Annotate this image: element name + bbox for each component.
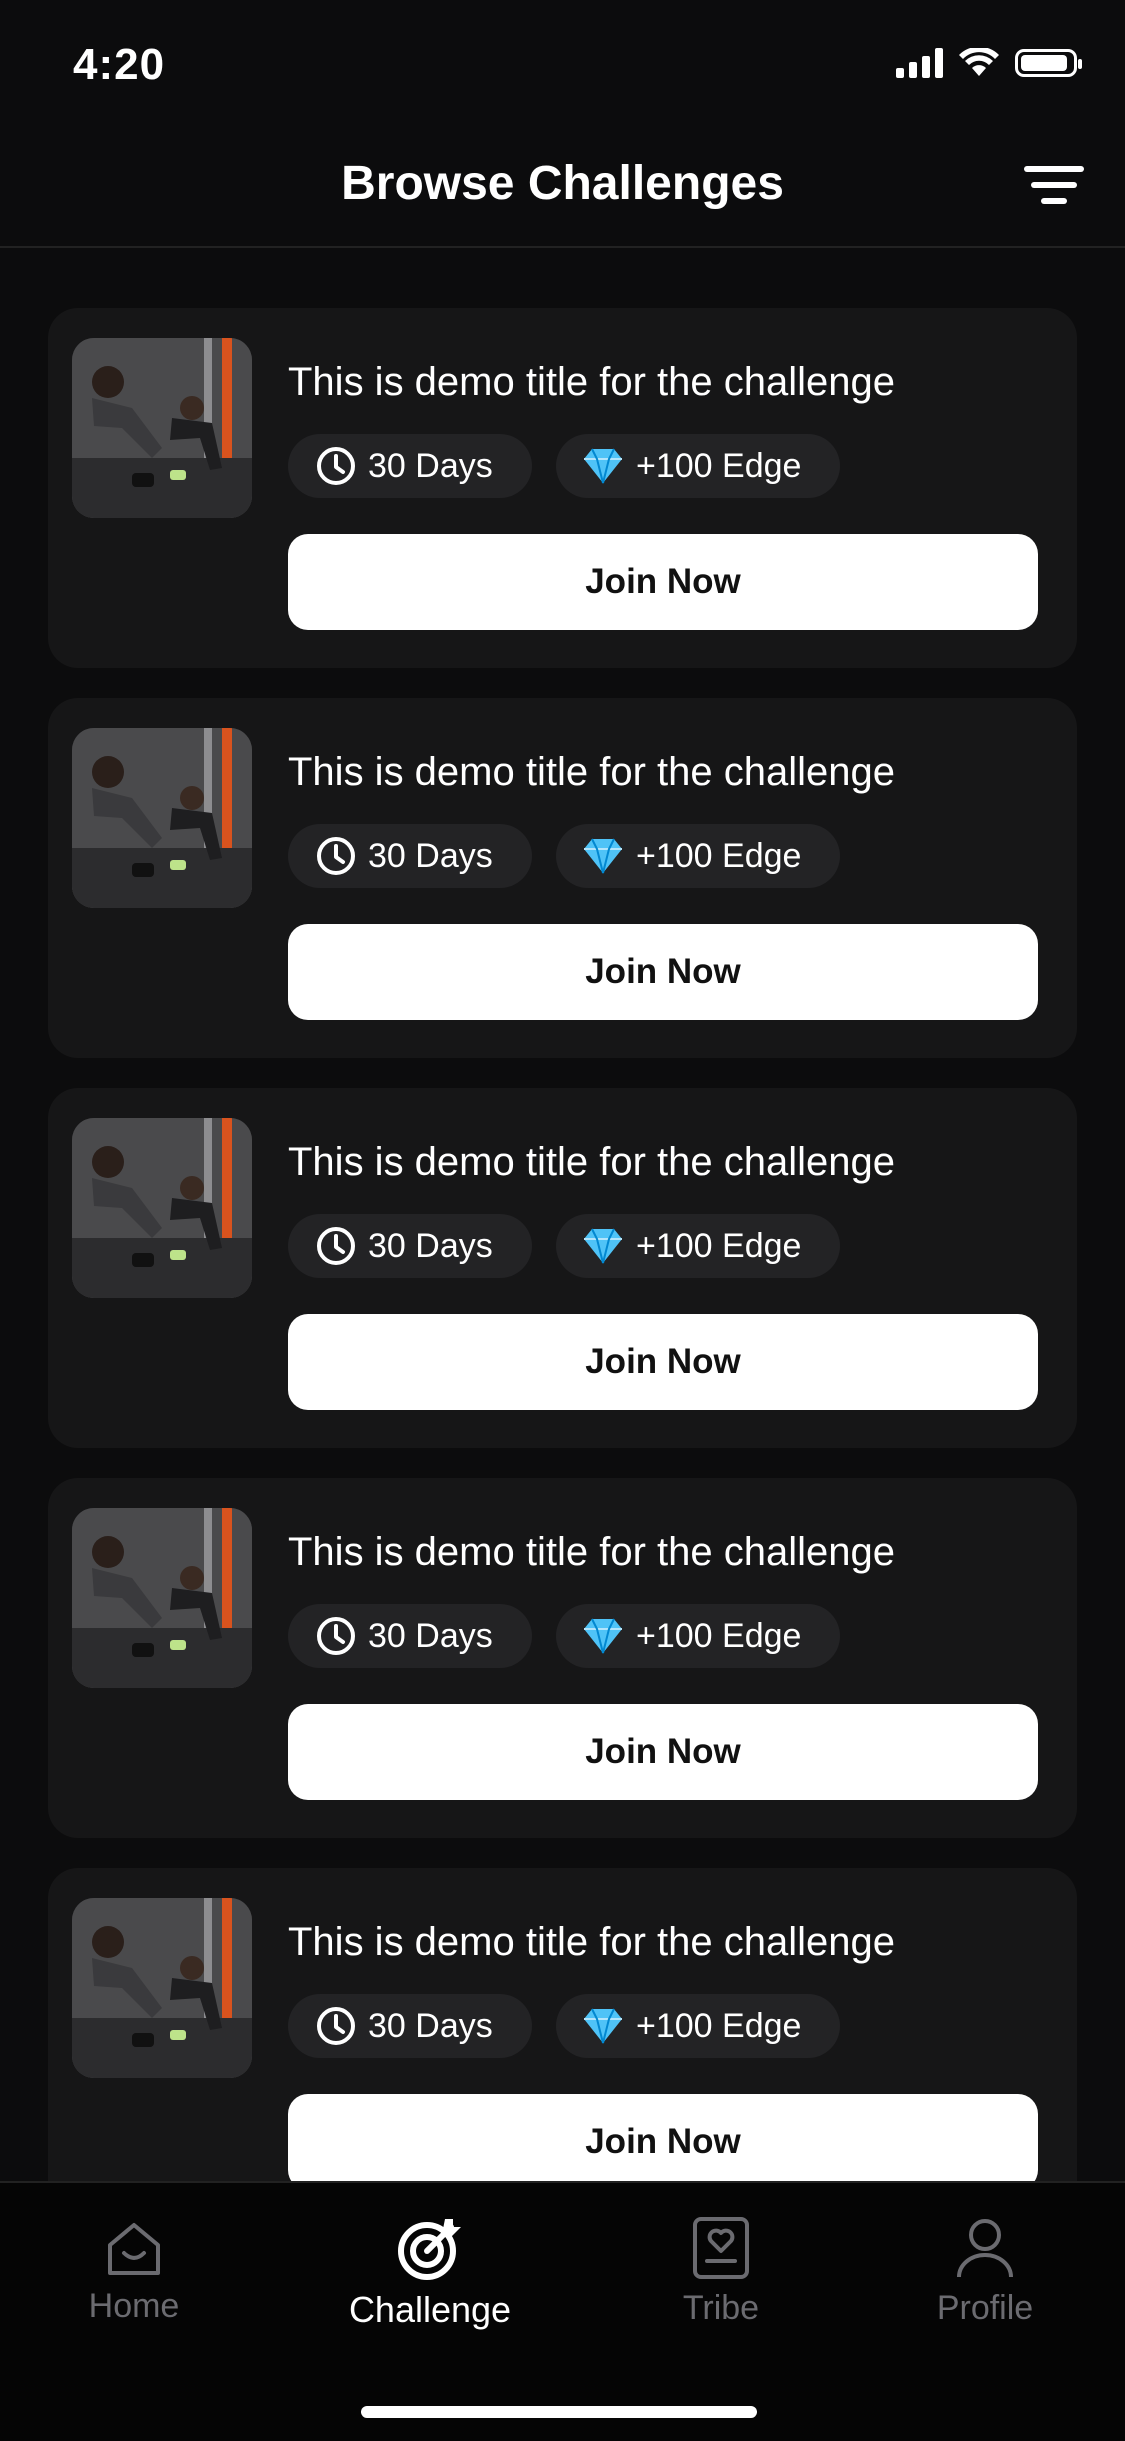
- tab-bar: Home Challenge Tribe Profile: [0, 2181, 1125, 2441]
- challenge-title: This is demo title for the challenge: [288, 360, 895, 404]
- challenge-card[interactable]: This is demo title for the challenge 30 …: [48, 1868, 1077, 2181]
- challenge-thumbnail: [72, 338, 252, 518]
- reward-text: +100 Edge: [636, 2006, 802, 2045]
- tab-home-label: Home: [88, 2287, 180, 2325]
- filter-button[interactable]: [1023, 160, 1085, 210]
- challenge-thumbnail: [72, 728, 252, 908]
- cellular-signal-icon: [896, 48, 943, 78]
- duration-text: 30 Days: [368, 446, 493, 485]
- status-bar: 4:20: [0, 0, 1125, 130]
- diamond-icon: [584, 838, 622, 874]
- tab-challenge-label: Challenge: [348, 2289, 512, 2330]
- duration-chip: 30 Days: [288, 824, 532, 888]
- challenge-card[interactable]: This is demo title for the challenge 30 …: [48, 698, 1077, 1058]
- tribe-icon: [693, 2217, 749, 2279]
- duration-text: 30 Days: [368, 2006, 493, 2045]
- reward-chip: +100 Edge: [556, 1214, 840, 1278]
- tab-profile[interactable]: Profile: [885, 2215, 1085, 2328]
- tab-tribe-label: Tribe: [682, 2289, 760, 2327]
- tab-profile-label: Profile: [936, 2289, 1034, 2327]
- duration-text: 30 Days: [368, 1226, 493, 1265]
- join-now-button[interactable]: Join Now: [288, 924, 1038, 1020]
- duration-chip: 30 Days: [288, 434, 532, 498]
- duration-chip: 30 Days: [288, 1994, 532, 2058]
- reward-text: +100 Edge: [636, 836, 802, 875]
- duration-text: 30 Days: [368, 1616, 493, 1655]
- challenge-thumbnail: [72, 1508, 252, 1688]
- challenge-title: This is demo title for the challenge: [288, 1920, 895, 1964]
- wifi-icon: [959, 48, 999, 76]
- challenge-thumbnail: [72, 1118, 252, 1298]
- profile-icon: [957, 2219, 1013, 2278]
- diamond-icon: [584, 1228, 622, 1264]
- challenge-card[interactable]: This is demo title for the challenge 30 …: [48, 308, 1077, 668]
- clock-icon: [317, 2007, 355, 2045]
- reward-chip: +100 Edge: [556, 1994, 840, 2058]
- challenge-card[interactable]: This is demo title for the challenge 30 …: [48, 1088, 1077, 1448]
- duration-chip: 30 Days: [288, 1604, 532, 1668]
- home-icon: [108, 2223, 160, 2275]
- clock-icon: [317, 447, 355, 485]
- clock-icon: [317, 1227, 355, 1265]
- duration-chip: 30 Days: [288, 1214, 532, 1278]
- tab-home[interactable]: Home: [34, 2215, 234, 2326]
- header: Browse Challenges: [0, 130, 1125, 248]
- tab-tribe[interactable]: Tribe: [621, 2215, 821, 2328]
- duration-text: 30 Days: [368, 836, 493, 875]
- reward-text: +100 Edge: [636, 446, 802, 485]
- challenge-list[interactable]: This is demo title for the challenge 30 …: [48, 308, 1077, 2181]
- join-now-button[interactable]: Join Now: [288, 1314, 1038, 1410]
- diamond-icon: [584, 448, 622, 484]
- filter-icon: [1024, 166, 1084, 172]
- home-indicator: [361, 2406, 757, 2418]
- diamond-icon: [584, 1618, 622, 1654]
- challenge-title: This is demo title for the challenge: [288, 1530, 895, 1574]
- reward-text: +100 Edge: [636, 1616, 802, 1655]
- join-now-button[interactable]: Join Now: [288, 2094, 1038, 2181]
- reward-text: +100 Edge: [636, 1226, 802, 1265]
- reward-chip: +100 Edge: [556, 434, 840, 498]
- target-icon: [398, 2219, 461, 2280]
- challenge-card[interactable]: This is demo title for the challenge 30 …: [48, 1478, 1077, 1838]
- challenge-thumbnail: [72, 1898, 252, 2078]
- tab-challenge[interactable]: Challenge: [330, 2215, 530, 2331]
- challenge-title: This is demo title for the challenge: [288, 750, 895, 794]
- clock-icon: [317, 837, 355, 875]
- page-title: Browse Challenges: [341, 157, 784, 210]
- status-time: 4:20: [73, 40, 166, 89]
- join-now-button[interactable]: Join Now: [288, 534, 1038, 630]
- join-now-button[interactable]: Join Now: [288, 1704, 1038, 1800]
- clock-icon: [317, 1617, 355, 1655]
- battery-icon: [1015, 49, 1082, 77]
- diamond-icon: [584, 2008, 622, 2044]
- reward-chip: +100 Edge: [556, 1604, 840, 1668]
- challenge-title: This is demo title for the challenge: [288, 1140, 895, 1184]
- reward-chip: +100 Edge: [556, 824, 840, 888]
- status-icons: [896, 48, 1082, 78]
